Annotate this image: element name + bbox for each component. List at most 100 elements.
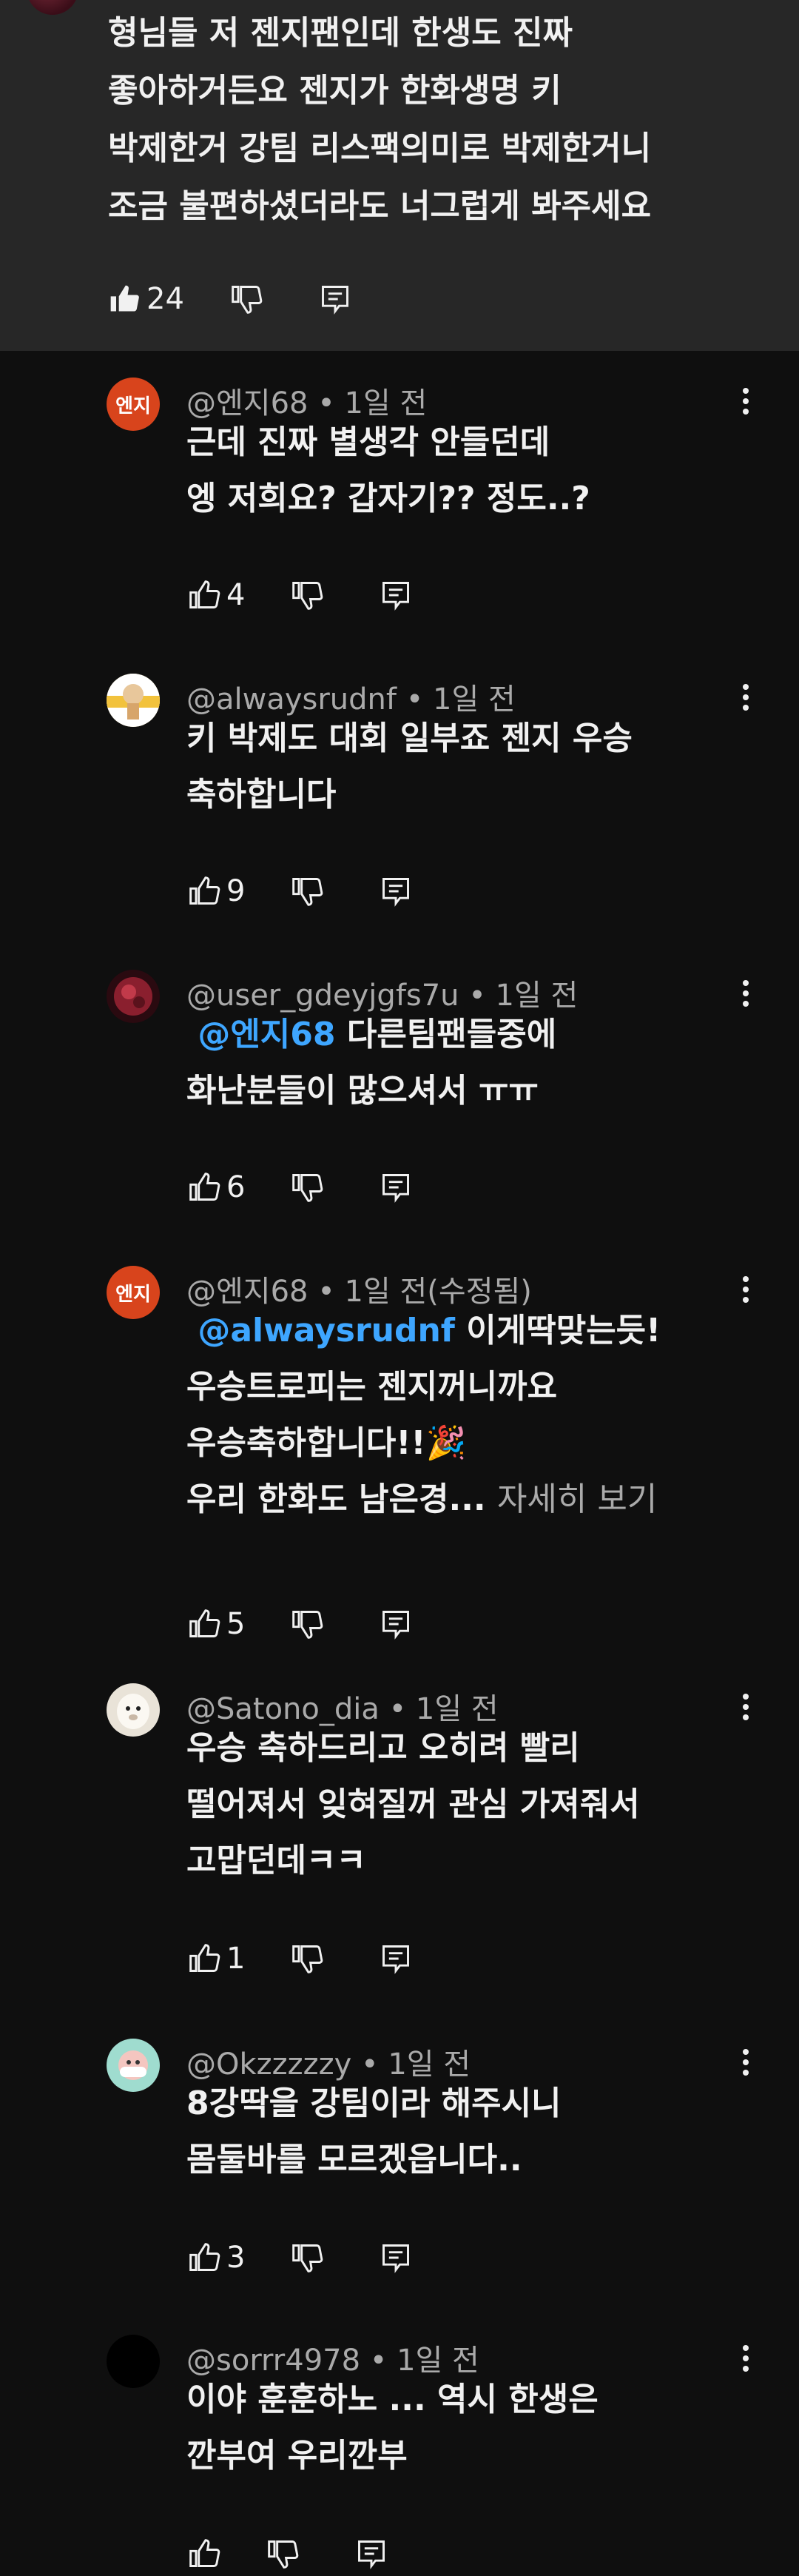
mention-link[interactable]: @alwaysrudnf: [198, 1312, 455, 1349]
like-count: 6: [226, 1170, 246, 1204]
dislike-button[interactable]: [291, 1608, 323, 1640]
thumbs-down-icon: [268, 2540, 299, 2569]
thumbs-up-icon: [189, 876, 220, 905]
comment-line: 박제한거 강팀 리스팩의미로 박제한거니: [108, 130, 652, 167]
avatar[interactable]: [107, 970, 160, 1023]
dislike-button[interactable]: [230, 283, 263, 315]
avatar-image: [107, 2039, 160, 2092]
thumbs-down-icon: [292, 1174, 323, 1202]
comment-line: 몸둘바를 모르겠읍니다..: [186, 2141, 522, 2178]
avatar-image: [107, 1683, 160, 1737]
comment-body: 이야 훈훈하노 ... 역시 한생은 깐부여 우리깐부: [186, 2372, 763, 2484]
avatar-image: [107, 970, 160, 1023]
thumbs-down-icon: [292, 582, 323, 610]
comment-line: 깐부여 우리깐부: [186, 2437, 408, 2475]
reply-comment-icon: [321, 286, 348, 315]
comment-line: 키 박제도 대회 일부죠 젠지 우승: [186, 720, 633, 757]
avatar-initials: 엔지: [107, 378, 160, 431]
reply-button[interactable]: [380, 875, 412, 908]
comment-text: 다른팀팬들중에: [346, 1016, 557, 1053]
thumbs-up-icon: [189, 2243, 220, 2271]
thumbs-up-icon: [189, 1609, 220, 1637]
like-button[interactable]: 1: [188, 1942, 245, 1976]
reply-button[interactable]: [319, 283, 351, 315]
avatar[interactable]: [107, 2039, 160, 2092]
avatar[interactable]: [107, 674, 160, 727]
comment-body: 근데 진짜 별생각 안들던데 엥 저희요? 갑자기?? 정도..?: [186, 415, 763, 527]
avatar-image: [107, 674, 160, 727]
like-button[interactable]: 6: [188, 1170, 245, 1204]
comment-actions: 4: [188, 573, 412, 617]
reply-button[interactable]: [380, 579, 412, 611]
reply-button[interactable]: [380, 1942, 412, 1975]
reply-button[interactable]: [380, 1171, 412, 1204]
comment-body: @alwaysrudnf 이게딱맞는듯! 우승트로피는 젠지꺼니까요 우승축하합…: [186, 1303, 763, 1528]
read-more-link[interactable]: 자세히 보기: [497, 1480, 657, 1518]
comment-actions: 5: [188, 1602, 412, 1646]
reply-button[interactable]: [380, 1608, 412, 1640]
dislike-button[interactable]: [291, 2241, 323, 2274]
thumbs-down-icon: [292, 878, 323, 906]
comment-actions: 9: [188, 869, 412, 913]
like-button[interactable]: 9: [188, 874, 245, 908]
dislike-button[interactable]: [266, 2538, 299, 2570]
comment-body: 8강딱을 강팀이라 해주시니 몸둘바를 모르겠읍니다..: [186, 2076, 763, 2188]
like-button[interactable]: 24: [108, 282, 184, 316]
thumbs-down-icon: [292, 1945, 323, 1973]
parent-comment: 형님들 저 젠지팬인데 한생도 진짜 좋아하거든요 젠지가 한화생명 키 박제한…: [0, 0, 799, 351]
comment-text: 우리 한화도 남은경...: [186, 1480, 486, 1518]
comment-line: @alwaysrudnf 이게딱맞는듯!: [186, 1303, 763, 1359]
dislike-button[interactable]: [291, 875, 323, 908]
reply-comment-icon: [358, 2540, 385, 2569]
thumbs-up-icon: [110, 285, 139, 312]
dislike-button[interactable]: [291, 579, 323, 611]
reply-button[interactable]: [355, 2538, 388, 2570]
reply-comment-icon: [382, 1945, 410, 1974]
reply-comment-icon: [382, 878, 410, 907]
reply-button[interactable]: [380, 2241, 412, 2274]
like-button[interactable]: 3: [188, 2241, 245, 2275]
avatar[interactable]: 엔지: [107, 1266, 160, 1319]
comment-body: @엔지68 다른팀팬들중에 화난분들이 많으셔서 ㅠㅠ: [186, 1007, 763, 1119]
comment-line: 좋아하거든요 젠지가 한화생명 키: [108, 72, 562, 110]
comment-body: 키 박제도 대회 일부죠 젠지 우승 축하합니다: [186, 711, 763, 823]
comment-line: @엔지68 다른팀팬들중에: [186, 1007, 763, 1063]
avatar[interactable]: [107, 1683, 160, 1737]
thumbs-down-icon: [292, 1611, 323, 1639]
thumbs-down-icon: [232, 286, 263, 314]
like-button[interactable]: 5: [188, 1607, 245, 1641]
comment-actions: 3: [188, 2235, 412, 2280]
like-count: 4: [226, 578, 246, 612]
comment-body: 우승 축하드리고 오히려 빨리 떨어져서 잊혀질꺼 관심 가져줘서 고맙던데ㅋㅋ: [186, 1720, 763, 1889]
thumbs-up-icon: [189, 2539, 220, 2567]
thumbs-up-icon: [189, 580, 220, 608]
avatar[interactable]: 엔지: [107, 378, 160, 431]
comment-line: 우승축하합니다!!🎉: [186, 1424, 467, 1462]
like-count: 1: [226, 1942, 246, 1976]
comment-line: 우승 축하드리고 오히려 빨리: [186, 1729, 580, 1767]
comment-actions: 6: [188, 1165, 412, 1210]
like-count: 24: [146, 282, 184, 316]
comment-line: 조금 불편하셨더라도 너그럽게 봐주세요: [108, 187, 652, 225]
like-count: 9: [226, 874, 246, 908]
comment-line: 근데 진짜 별생각 안들던데: [186, 423, 550, 461]
comment-line: 형님들 저 젠지팬인데 한생도 진짜: [108, 14, 573, 52]
thumbs-up-icon: [189, 1173, 220, 1201]
dislike-button[interactable]: [291, 1171, 323, 1204]
dislike-button[interactable]: [291, 1942, 323, 1975]
like-button[interactable]: [188, 2538, 220, 2570]
thumbs-up-icon: [189, 1944, 220, 1972]
comment-line: 떨어져서 잊혀질꺼 관심 가져줘서: [186, 1785, 640, 1823]
comment-actions: 1: [188, 1936, 412, 1981]
comment-line: 이야 훈훈하노 ... 역시 한생은: [186, 2381, 599, 2418]
avatar[interactable]: [107, 2335, 160, 2388]
comment-line: 고맙던데ㅋㅋ: [186, 1842, 366, 1879]
mention-link[interactable]: @엔지68: [198, 1016, 335, 1053]
comment-actions: [188, 2532, 388, 2576]
like-button[interactable]: 4: [188, 578, 245, 612]
comment-line: 엥 저희요? 갑자기?? 정도..?: [186, 480, 590, 517]
comment-line: 우리 한화도 남은경... 자세히 보기: [186, 1472, 763, 1528]
parent-comment-text: 형님들 저 젠지팬인데 한생도 진짜 좋아하거든요 젠지가 한화생명 키 박제한…: [108, 4, 759, 235]
reply-comment-icon: [382, 582, 410, 611]
avatar[interactable]: [27, 0, 78, 15]
